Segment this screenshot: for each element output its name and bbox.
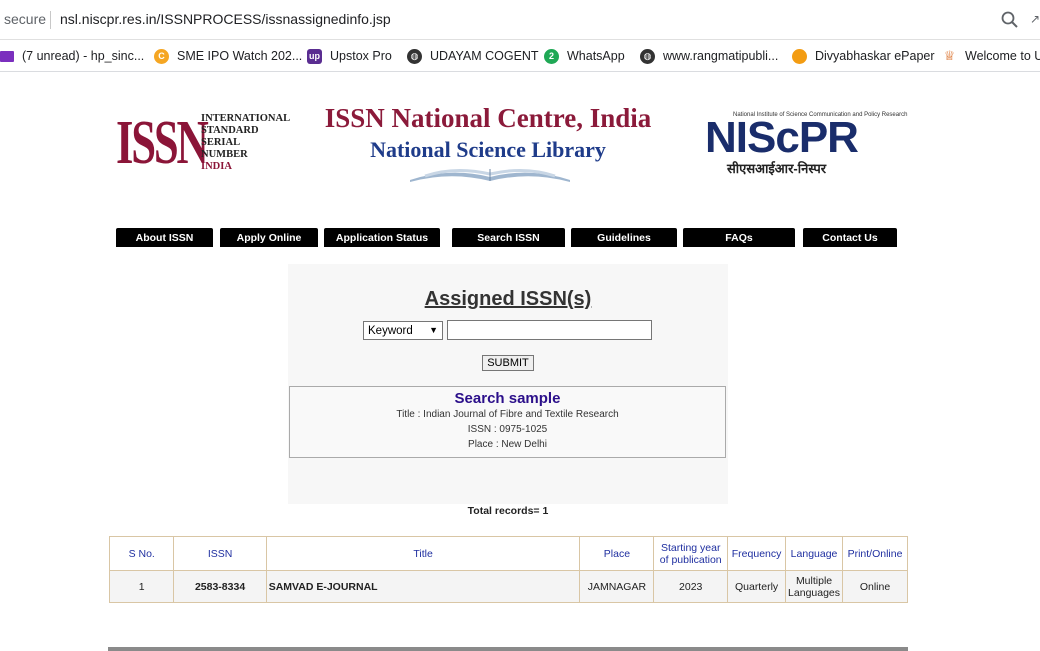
search-sample-box: Search sample Title : Indian Journal of … xyxy=(289,386,726,458)
sample-title-line: Title : Indian Journal of Fibre and Text… xyxy=(396,409,619,420)
cell-sno: 1 xyxy=(108,570,175,603)
table-row: 1 2583-8334 SAMVAD E-JOURNAL JAMNAGAR 20… xyxy=(108,570,908,603)
bookmark-whatsapp[interactable]: 2 WhatsApp xyxy=(544,47,625,65)
col-header: Language xyxy=(785,536,844,571)
bookmark-upstox[interactable]: up Upstox Pro xyxy=(307,47,392,65)
globe-icon: ◍ xyxy=(640,48,655,64)
mail-icon xyxy=(0,50,14,62)
bookmark-sme-ipo[interactable]: C SME IPO Watch 202... xyxy=(154,47,302,65)
issn-logo-line: NUMBER xyxy=(201,149,248,160)
submit-button[interactable]: SUBMIT xyxy=(482,355,534,371)
sample-issn-line: ISSN : 0975-1025 xyxy=(467,424,548,435)
table-header-row: S No. ISSN Title Place Starting year of … xyxy=(108,536,908,571)
globe-icon: ◍ xyxy=(407,48,422,64)
nav-search-issn[interactable]: Search ISSN xyxy=(452,228,565,247)
cell-start-year: 2023 xyxy=(653,570,729,603)
issn-logo-country: INDIA xyxy=(201,161,232,172)
address-bar[interactable]: secure nsl.niscpr.res.in/ISSNPROCESS/iss… xyxy=(0,0,1040,40)
issn-logo-letters: ISSN xyxy=(116,109,209,177)
cell-language: Multiple Languages xyxy=(785,570,844,603)
niscpr-wordmark: NIScPR xyxy=(705,113,859,162)
bookmark-label: SME IPO Watch 202... xyxy=(177,49,303,63)
issn-logo-line: INTERNATIONAL xyxy=(201,113,291,124)
cell-issn: 2583-8334 xyxy=(173,570,267,603)
issn-logo-text: INTERNATIONAL STANDARD SERIAL NUMBER IND… xyxy=(201,113,290,173)
bookmark-label: Upstox Pro xyxy=(330,49,392,63)
footer-divider xyxy=(108,647,908,651)
issn-logo-line: STANDARD xyxy=(201,125,259,136)
results-table: S No. ISSN Title Place Starting year of … xyxy=(108,536,908,603)
circle-icon xyxy=(792,48,807,64)
upstox-icon: up xyxy=(307,48,322,64)
emblem-icon: ♕ xyxy=(942,48,957,64)
nav-apply-online[interactable]: Apply Online xyxy=(220,228,318,247)
col-header: Frequency xyxy=(727,536,787,571)
niscpr-logo: National Institute of Science Communicat… xyxy=(703,112,907,178)
share-icon[interactable]: ↗ xyxy=(1030,12,1040,26)
chevron-down-icon: ▼ xyxy=(429,325,438,335)
security-label[interactable]: secure xyxy=(4,11,46,27)
bookmark-label: Welcome to U xyxy=(965,49,1040,63)
url-text[interactable]: nsl.niscpr.res.in/ISSNPROCESS/issnassign… xyxy=(60,11,391,27)
col-header: S No. xyxy=(108,536,175,571)
nav-about-issn[interactable]: About ISSN xyxy=(116,228,213,247)
col-header: Title xyxy=(265,536,581,571)
whatsapp-icon: 2 xyxy=(544,48,559,64)
col-header: Place xyxy=(579,536,655,571)
cell-frequency: Quarterly xyxy=(727,570,787,603)
nav-guidelines[interactable]: Guidelines xyxy=(571,228,677,247)
sample-place-line: Place : New Delhi xyxy=(468,439,547,450)
search-input[interactable] xyxy=(447,320,652,340)
cell-place: JAMNAGAR xyxy=(579,570,655,603)
bookmark-label: WhatsApp xyxy=(567,49,625,63)
sample-title: Search sample xyxy=(454,390,561,407)
bookmarks-bar: (7 unread) - hp_sinc... C SME IPO Watch … xyxy=(0,40,1040,72)
search-panel: Assigned ISSN(s) Keyword ▼ SUBMIT Search… xyxy=(288,264,728,504)
col-header: Starting year of publication xyxy=(653,536,729,571)
nav-contact-us[interactable]: Contact Us xyxy=(803,228,897,247)
bookmark-gmail[interactable]: (7 unread) - hp_sinc... xyxy=(0,47,144,65)
issn-logo-line: SERIAL xyxy=(201,137,241,148)
niscpr-hindi: सीएसआईआर-निस्पर xyxy=(727,161,827,176)
bookmark-label: Divyabhaskar ePaper xyxy=(815,49,935,63)
bookmark-divyabhaskar[interactable]: Divyabhaskar ePaper xyxy=(792,47,935,65)
bookmark-udayam[interactable]: ◍ UDAYAM COGENT xyxy=(407,47,539,65)
cell-print-online: Online xyxy=(842,570,908,603)
c-icon: C xyxy=(154,48,169,64)
nav-application-status[interactable]: Application Status xyxy=(324,228,440,247)
site-subtitle: National Science Library xyxy=(370,137,606,162)
open-book-icon xyxy=(410,168,570,182)
bookmark-label: UDAYAM COGENT xyxy=(430,49,539,63)
nav-faqs[interactable]: FAQs xyxy=(683,228,795,247)
total-records: Total records= 1 xyxy=(467,505,549,517)
bookmark-welcome[interactable]: ♕ Welcome to U xyxy=(942,47,1040,65)
bookmark-rangmati[interactable]: ◍ www.rangmatipubli... xyxy=(640,47,778,65)
col-header: Print/Online xyxy=(842,536,908,571)
search-type-value: Keyword xyxy=(368,324,413,337)
bookmark-label: www.rangmatipubli... xyxy=(663,49,779,63)
col-header: ISSN xyxy=(173,536,267,571)
issn-logo: ISSN INTERNATIONAL STANDARD SERIAL NUMBE… xyxy=(116,109,290,177)
bookmark-label: (7 unread) - hp_sinc... xyxy=(22,49,145,63)
divider xyxy=(50,11,51,29)
page-title: Assigned ISSN(s) xyxy=(424,288,592,310)
search-type-select[interactable]: Keyword ▼ xyxy=(363,321,443,340)
cell-title: SAMVAD E-JOURNAL xyxy=(265,570,581,603)
zoom-icon[interactable] xyxy=(1000,10,1020,30)
site-title: ISSN National Centre, India xyxy=(324,103,652,133)
